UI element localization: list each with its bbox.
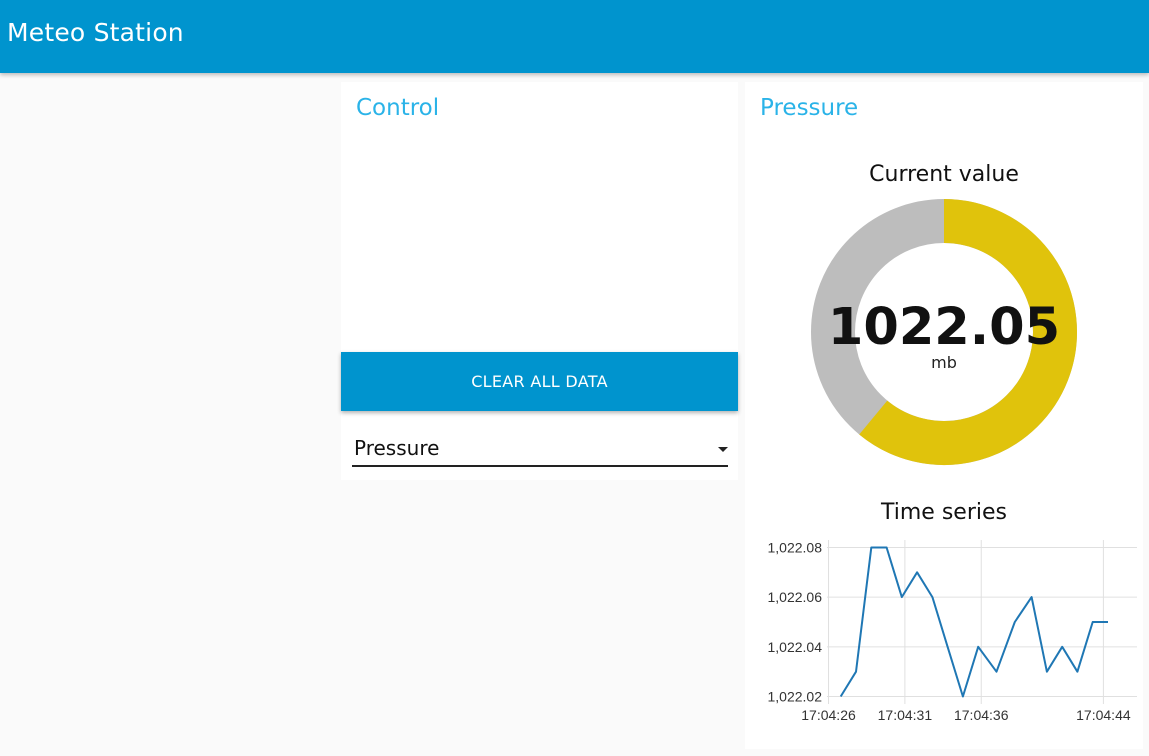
- control-card: Control CLEAR ALL DATA Pressure: [341, 82, 738, 480]
- y-tick-label: 1,022.06: [768, 589, 823, 605]
- x-tick-label: 17:04:44: [1076, 707, 1131, 723]
- y-tick-label: 1,022.08: [768, 539, 823, 555]
- sensor-select[interactable]: Pressure: [352, 434, 728, 467]
- gauge-value: 1022.05: [827, 298, 1061, 357]
- timeseries-chart: 1,022.08 1,022.06 1,022.04 1,022.02 17:04:26…: [768, 539, 1137, 723]
- series-line: [839, 546, 1108, 698]
- control-card-title: Control: [356, 95, 440, 121]
- app-header: Meteo Station: [0, 0, 1149, 73]
- y-tick-label: 1,022.04: [768, 639, 823, 655]
- pressure-card: Pressure Current value 1022.05 mb Time s…: [745, 82, 1143, 749]
- gauge-title: Current value: [869, 162, 1019, 187]
- app-title: Meteo Station: [7, 18, 184, 47]
- x-tick-label: 17:04:36: [954, 707, 1009, 723]
- y-tick-label: 1,022.02: [768, 689, 823, 705]
- clear-all-data-button[interactable]: CLEAR ALL DATA: [341, 352, 738, 411]
- sensor-select-value: Pressure: [354, 436, 440, 460]
- x-tick-label: 17:04:31: [878, 707, 933, 723]
- pressure-card-title: Pressure: [760, 95, 859, 121]
- timeseries-title: Time series: [881, 500, 1007, 525]
- caret-down-icon: [718, 447, 728, 452]
- gauge-unit: mb: [931, 353, 957, 372]
- x-tick-label: 17:04:26: [801, 707, 856, 723]
